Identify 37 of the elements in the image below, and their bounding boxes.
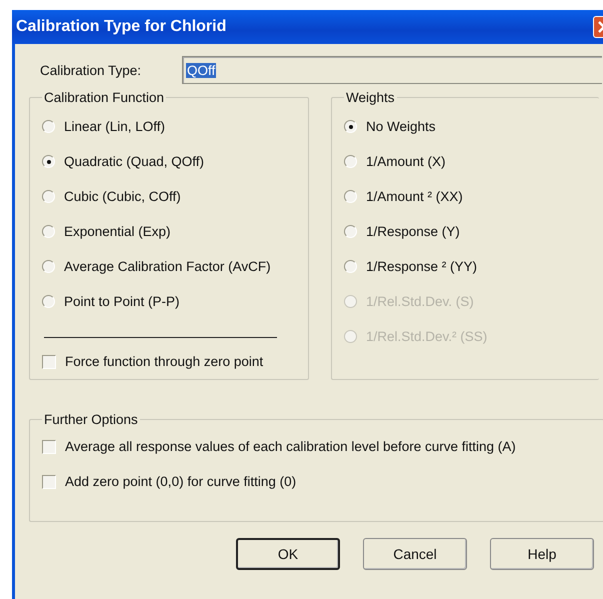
dialog-button[interactable]: Cancel <box>363 538 467 570</box>
option-label: 1/Amount (X) <box>366 154 446 169</box>
option-label: 1/Response ² (YY) <box>366 259 478 274</box>
option-label: Linear (Lin, LOff) <box>64 119 166 134</box>
radio-button[interactable] <box>42 260 55 273</box>
checkbox[interactable] <box>42 440 56 454</box>
radio-button[interactable] <box>42 120 55 133</box>
radio-button[interactable] <box>42 225 55 238</box>
calibration-type-field[interactable]: QOff <box>182 56 602 84</box>
radio-button[interactable] <box>42 295 55 308</box>
checkbox[interactable] <box>42 474 56 488</box>
field-label: Calibration Type: <box>40 62 142 78</box>
radio-button[interactable] <box>344 190 357 203</box>
option-label: Exponential (Exp) <box>64 224 171 239</box>
option-label: Average all response values of each calibration level before curve fitting (A) <box>65 439 516 454</box>
option-label: Quadratic (Quad, QOff) <box>64 154 204 169</box>
option-label: 1/Amount ² (XX) <box>366 189 463 204</box>
group-title: Weights <box>345 90 396 105</box>
group-title: Calibration Function <box>43 90 166 105</box>
checkbox[interactable] <box>42 354 56 368</box>
option-label: Add zero point (0,0) for curve fitting (0) <box>65 474 296 489</box>
group-title: Further Options <box>43 412 139 427</box>
radio-button[interactable] <box>344 120 357 133</box>
radio-button[interactable] <box>42 155 55 168</box>
radio-button[interactable] <box>344 155 357 168</box>
option-label: No Weights <box>366 119 436 134</box>
option-label: Point to Point (P-P) <box>64 294 180 309</box>
radio-button[interactable] <box>344 260 357 273</box>
radio-button[interactable] <box>42 190 55 203</box>
option-label: Average Calibration Factor (AvCF) <box>64 259 271 274</box>
option-label: Force function through zero point <box>65 354 264 369</box>
dialog-button[interactable]: Help <box>490 538 594 570</box>
option-label: Cubic (Cubic, COff) <box>64 189 181 204</box>
dialog-button[interactable]: OK <box>236 538 340 570</box>
radio-button[interactable] <box>344 225 357 238</box>
window-title: Calibration Type for Chlorid <box>16 18 226 36</box>
option-label: 1/Response (Y) <box>366 224 460 239</box>
